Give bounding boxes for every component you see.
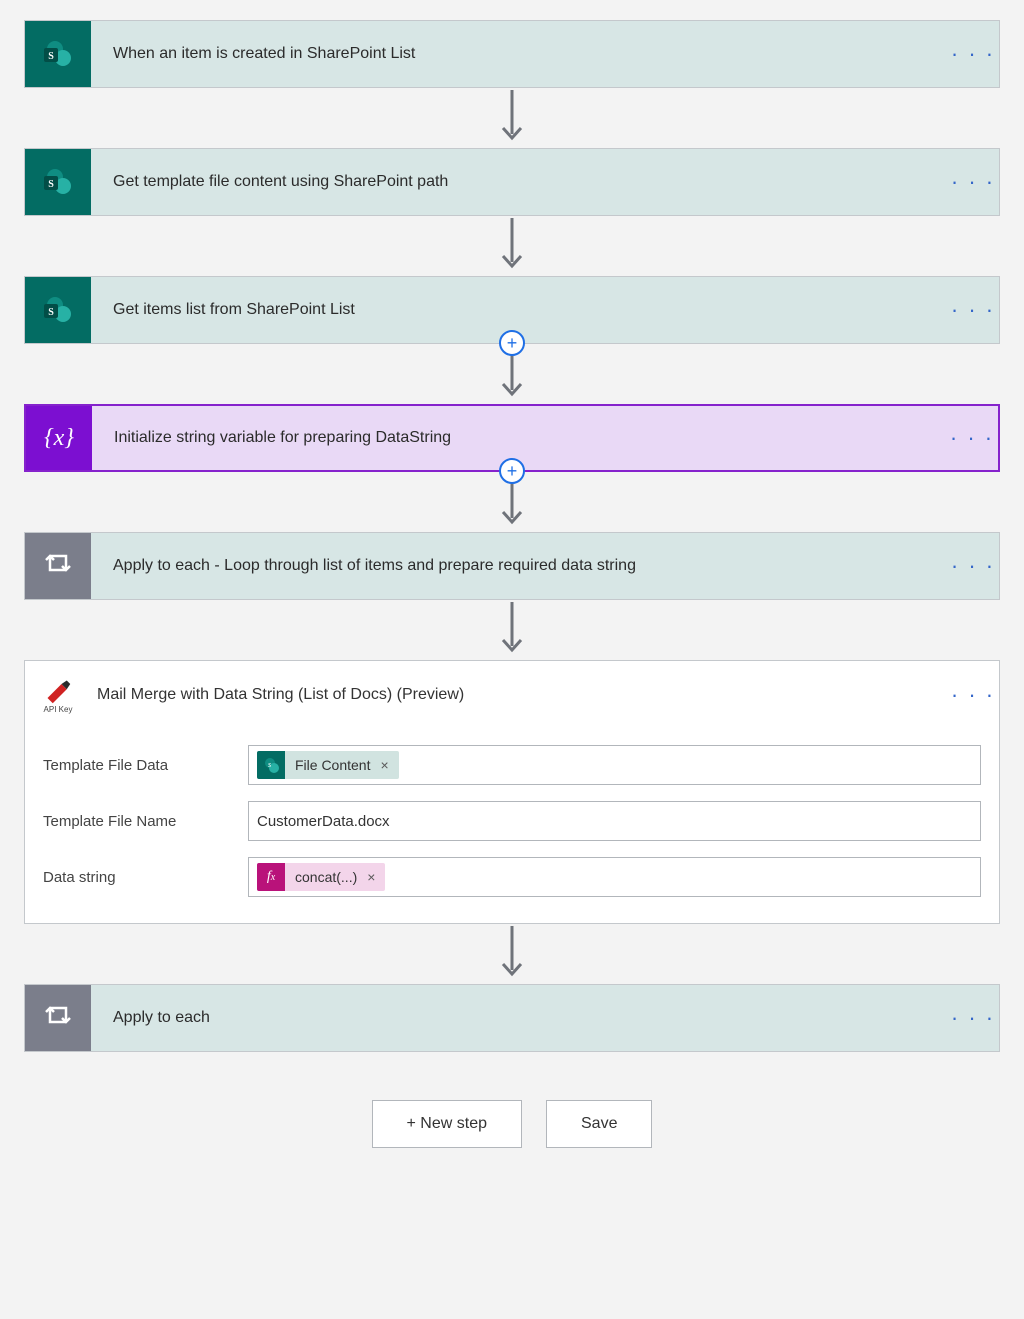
sharepoint-icon: S	[25, 277, 91, 343]
field-template-data[interactable]: s File Content×	[248, 745, 981, 785]
field-label-template-data: Template File Data	[43, 757, 248, 774]
svg-text:S: S	[48, 307, 54, 318]
step-title: Apply to each - Loop through list of ite…	[91, 557, 947, 575]
flow-step-s6[interactable]: API KeyMail Merge with Data String (List…	[24, 660, 1000, 924]
svg-text:s: s	[268, 760, 271, 769]
flow-step-s2[interactable]: S Get template file content using SharePo…	[24, 148, 1000, 216]
token-remove[interactable]: ×	[365, 869, 385, 885]
connector	[24, 216, 1000, 276]
connector	[24, 600, 1000, 660]
connector	[24, 88, 1000, 148]
field-template-name[interactable]: CustomerData.docx	[248, 801, 981, 841]
step-menu-s1[interactable]: · · ·	[947, 41, 999, 67]
field-label-data-string: Data string	[43, 869, 248, 886]
step-title: Apply to each	[91, 1009, 947, 1027]
step-menu-s5[interactable]: · · ·	[947, 553, 999, 579]
token-icon: s	[257, 751, 285, 779]
token-fx[interactable]: fxconcat(...)×	[257, 863, 385, 891]
step-menu-s4[interactable]: · · ·	[946, 425, 998, 451]
token-label: concat(...)	[285, 865, 365, 889]
step-menu-s7[interactable]: · · ·	[947, 1005, 999, 1031]
connector: +	[24, 472, 1000, 532]
variable-icon: {x}	[26, 406, 92, 470]
step-title: Get items list from SharePoint List	[91, 301, 947, 319]
loop-icon	[25, 533, 91, 599]
sharepoint-icon: S	[25, 21, 91, 87]
connector-arrow	[497, 216, 527, 276]
token-remove[interactable]: ×	[378, 757, 398, 773]
step-title: Mail Merge with Data String (List of Doc…	[91, 686, 947, 704]
connector	[24, 924, 1000, 984]
token-sp[interactable]: s File Content×	[257, 751, 399, 779]
field-data-string[interactable]: fxconcat(...)×	[248, 857, 981, 897]
connector-arrow	[497, 924, 527, 984]
flow-step-s5[interactable]: Apply to each - Loop through list of ite…	[24, 532, 1000, 600]
new-step-button[interactable]: + New step	[372, 1100, 522, 1148]
step-title: When an item is created in SharePoint Li…	[91, 45, 947, 63]
step-menu-s3[interactable]: · · ·	[947, 297, 999, 323]
add-step-button[interactable]: +	[499, 458, 525, 484]
step-menu-s6[interactable]: · · ·	[947, 682, 999, 708]
add-step-button[interactable]: +	[499, 330, 525, 356]
svg-text:S: S	[48, 179, 54, 190]
save-button[interactable]: Save	[546, 1100, 652, 1148]
token-icon: fx	[257, 863, 285, 891]
step-title: Get template file content using SharePoi…	[91, 173, 947, 191]
flow-step-s7[interactable]: Apply to each· · ·	[24, 984, 1000, 1052]
connector-arrow	[497, 600, 527, 660]
apikey-icon: API Key	[25, 662, 91, 728]
step-title: Initialize string variable for preparing…	[92, 429, 946, 447]
sharepoint-icon: S	[25, 149, 91, 215]
step-menu-s2[interactable]: · · ·	[947, 169, 999, 195]
connector: +	[24, 344, 1000, 404]
loop-icon	[25, 985, 91, 1051]
svg-text:S: S	[48, 51, 54, 62]
flow-step-s1[interactable]: S When an item is created in SharePoint L…	[24, 20, 1000, 88]
token-label: File Content	[285, 753, 378, 777]
connector-arrow	[497, 88, 527, 148]
field-label-template-name: Template File Name	[43, 813, 248, 830]
